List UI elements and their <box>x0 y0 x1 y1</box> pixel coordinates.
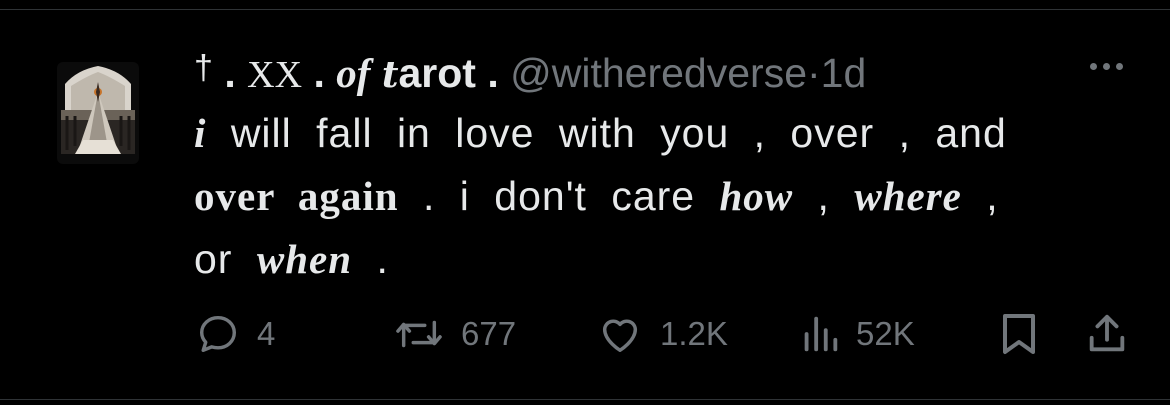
text-emphasis: i <box>194 110 207 156</box>
text-emphasis: when <box>256 236 353 282</box>
views-icon <box>804 316 838 352</box>
name-cross: † <box>194 49 213 87</box>
retweet-icon <box>396 320 442 348</box>
share-icon <box>1089 314 1125 352</box>
avatar-image <box>57 62 139 164</box>
bottom-divider <box>0 399 1170 400</box>
name-dot: . <box>313 50 325 96</box>
text-emphasis: how <box>719 173 794 219</box>
name-arot: arot <box>398 50 476 96</box>
bookmark-button[interactable] <box>997 308 1041 360</box>
retweet-button[interactable]: 677 <box>393 308 516 360</box>
share-button[interactable] <box>1084 308 1130 360</box>
views-button[interactable]: 52K <box>800 308 915 360</box>
separator-dot: · <box>807 50 821 96</box>
name-of: of <box>336 50 371 96</box>
author-display-name[interactable]: † . XX . of tarot . <box>194 49 510 96</box>
text-segment: will fall in love with you , over , and <box>230 110 1007 156</box>
text-segment: , <box>817 173 830 219</box>
name-dot: . <box>487 50 499 96</box>
text-segment: . i don't care <box>423 173 696 219</box>
tweet-body: i will fall in love with you , over , an… <box>194 102 1124 291</box>
name-t: t <box>381 54 399 96</box>
top-divider <box>0 9 1170 10</box>
views-count: 52K <box>856 315 915 352</box>
avatar[interactable] <box>57 62 139 164</box>
name-dot: . <box>224 50 236 96</box>
like-button[interactable]: 1.2K <box>596 308 728 360</box>
tweet-actions: 4 677 1.2K 52K <box>0 308 1170 360</box>
text-segment: . <box>376 236 389 282</box>
tweet-timestamp[interactable]: 1d <box>821 50 867 96</box>
text-segment: , <box>986 173 999 219</box>
text-emphasis: where <box>854 173 962 219</box>
reply-icon <box>199 315 237 353</box>
bookmark-icon <box>1003 314 1035 354</box>
author-handle[interactable]: @witheredverse <box>510 50 807 96</box>
tweet-header: † . XX . of tarot . @witheredverse·1d <box>194 40 866 96</box>
reply-count: 4 <box>257 315 276 352</box>
like-count: 1.2K <box>660 315 728 352</box>
more-icon[interactable] <box>1090 56 1138 76</box>
name-roman: XX <box>247 54 303 96</box>
text-emphasis: over again <box>194 173 399 219</box>
retweet-count: 677 <box>461 315 517 352</box>
text-segment: or <box>194 236 233 282</box>
reply-button[interactable]: 4 <box>195 308 275 360</box>
like-icon <box>602 319 638 353</box>
